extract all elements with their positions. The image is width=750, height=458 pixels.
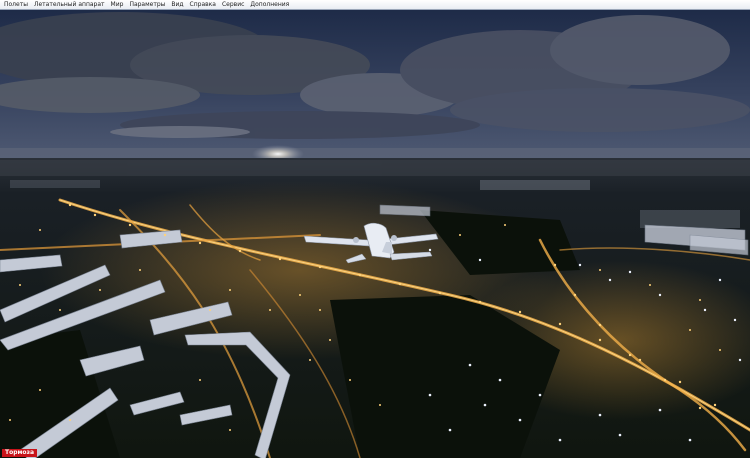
scenery-viewport[interactable]: Тормоза <box>0 10 750 458</box>
menu-item-world[interactable]: Мир <box>108 0 127 9</box>
menu-item-view[interactable]: Вид <box>168 0 186 9</box>
night-city-scene <box>0 10 750 458</box>
menu-item-service[interactable]: Сервис <box>219 0 247 9</box>
menu-item-aircraft[interactable]: Летательный аппарат <box>31 0 108 9</box>
menu-item-addons[interactable]: Дополнения <box>247 0 292 9</box>
menu-bar: Полеты Летательный аппарат Мир Параметры… <box>0 0 750 10</box>
menu-item-options[interactable]: Параметры <box>126 0 168 9</box>
menu-item-help[interactable]: Справка <box>187 0 219 9</box>
menu-item-flights[interactable]: Полеты <box>0 0 31 9</box>
brakes-indicator: Тормоза <box>2 449 38 457</box>
simulator-window: Полеты Летательный аппарат Мир Параметры… <box>0 0 750 458</box>
